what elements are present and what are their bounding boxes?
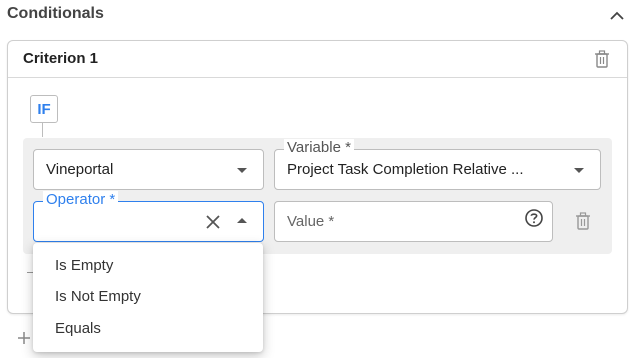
menu-option[interactable]: Is Empty — [33, 250, 263, 281]
chevron-up-icon — [610, 11, 624, 20]
collapse-button[interactable] — [606, 4, 628, 26]
variable-select-value: Project Task Completion Relative ... — [287, 161, 524, 178]
variable-select[interactable]: Variable * Project Task Completion Relat… — [274, 139, 601, 190]
operator-menu: Is Empty Is Not Empty Equals — [33, 243, 263, 352]
menu-option[interactable]: Is Not Empty — [33, 281, 263, 312]
close-icon — [206, 215, 220, 229]
conditionals-panel: Conditionals Criterion 1 IF Vineportal V… — [0, 0, 632, 358]
chevron-down-icon — [574, 168, 584, 173]
value-placeholder: Value * — [287, 213, 335, 230]
section-title: Conditionals — [7, 5, 104, 22]
if-badge: IF — [30, 95, 58, 123]
trash-icon — [576, 212, 590, 230]
source-select[interactable]: Vineportal — [33, 149, 264, 190]
chevron-down-icon — [237, 168, 247, 173]
operator-label: Operator * — [43, 191, 119, 209]
if-connector — [42, 123, 43, 137]
help-circle-icon[interactable] — [524, 208, 544, 228]
criterion-title: Criterion 1 — [23, 50, 99, 67]
variable-label: Variable * — [284, 139, 354, 157]
chevron-up-icon — [237, 218, 247, 223]
plus-icon[interactable] — [17, 331, 31, 345]
menu-option[interactable]: Equals — [33, 313, 263, 344]
delete-criterion-button[interactable] — [591, 48, 613, 70]
delete-condition-button[interactable] — [572, 210, 594, 232]
source-select-value: Vineportal — [46, 161, 114, 178]
criterion-header: Criterion 1 — [8, 41, 627, 78]
operator-select[interactable]: Operator * — [33, 191, 264, 242]
clear-button[interactable] — [205, 214, 221, 230]
value-input[interactable]: Value * — [274, 201, 553, 242]
trash-icon — [595, 50, 609, 68]
